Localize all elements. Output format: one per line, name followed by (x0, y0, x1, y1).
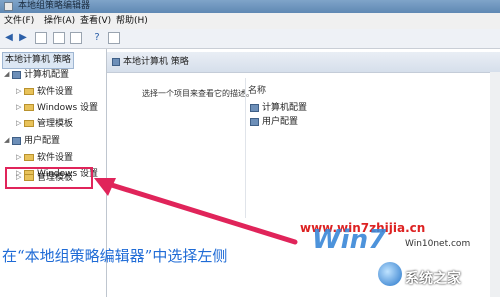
list-item[interactable]: 计算机配置 (250, 100, 307, 113)
tree-item-computer-config[interactable]: ◢ 计算机配置 (4, 67, 69, 82)
win7-logo: Win7 (312, 225, 387, 255)
caption-text: 在“本地组策略编辑器”中选择左侧 (2, 247, 228, 265)
title-bar: 本地组策略编辑器 (0, 0, 500, 13)
folder-icon (24, 104, 34, 111)
collapse-icon[interactable]: ▷ (16, 116, 24, 131)
menu-action[interactable]: 操作(A) (44, 13, 75, 29)
menu-bar: 文件(F) 操作(A) 查看(V) 帮助(H) (0, 13, 500, 29)
brand-name: 系统之家 (405, 271, 461, 287)
user-icon (12, 136, 21, 145)
properties-icon[interactable] (53, 32, 65, 44)
expand-icon[interactable]: ◢ (4, 67, 12, 82)
app-icon (4, 2, 13, 11)
tree-item-user-software[interactable]: ▷ 软件设置 (16, 150, 73, 165)
menu-view[interactable]: 查看(V) (80, 13, 111, 29)
vertical-scrollbar[interactable] (490, 72, 500, 297)
collapse-icon[interactable]: ▷ (16, 150, 24, 165)
collapse-icon[interactable]: ▷ (16, 84, 24, 99)
folder-icon (24, 120, 34, 127)
view-icon[interactable] (108, 32, 120, 44)
tree-item-computer-software[interactable]: ▷ 软件设置 (16, 84, 73, 99)
back-icon[interactable]: ◀ (3, 32, 15, 44)
expand-icon[interactable]: ◢ (4, 133, 12, 148)
forward-icon[interactable]: ▶ (17, 32, 29, 44)
collapse-icon[interactable]: ▷ (16, 100, 24, 115)
tree-item-user-config[interactable]: ◢ 用户配置 (4, 133, 60, 148)
annotation-arrow-icon (94, 178, 298, 245)
list-item[interactable]: 用户配置 (250, 114, 298, 127)
toolbar: ◀ ▶ ? (0, 29, 500, 49)
watermark-url-2: Win10net.com (405, 239, 471, 249)
computer-icon (12, 70, 21, 79)
details-header-title: 本地计算机 策略 (123, 57, 189, 67)
tree-item-computer-windows[interactable]: ▷ Windows 设置 (16, 100, 98, 115)
user-icon (250, 117, 259, 126)
export-list-icon[interactable] (70, 32, 82, 44)
window-title: 本地组策略编辑器 (18, 1, 91, 11)
brand-logo-icon (378, 262, 402, 286)
menu-file[interactable]: 文件(F) (4, 13, 34, 29)
description-text: 选择一个项目来查看它的描述。 (142, 89, 254, 98)
menu-help[interactable]: 帮助(H) (116, 13, 148, 29)
details-header: 本地计算机 策略 (107, 52, 500, 73)
help-icon[interactable]: ? (91, 32, 103, 44)
folder-icon (24, 88, 34, 95)
tree-item-computer-admin-templates[interactable]: ▷ 管理模板 (16, 116, 73, 131)
show-hide-tree-icon[interactable] (35, 32, 47, 44)
column-header-name[interactable]: 名称 (248, 83, 266, 96)
policy-icon (112, 58, 120, 66)
computer-icon (250, 103, 259, 112)
folder-icon (24, 154, 34, 161)
highlight-box (5, 167, 93, 189)
